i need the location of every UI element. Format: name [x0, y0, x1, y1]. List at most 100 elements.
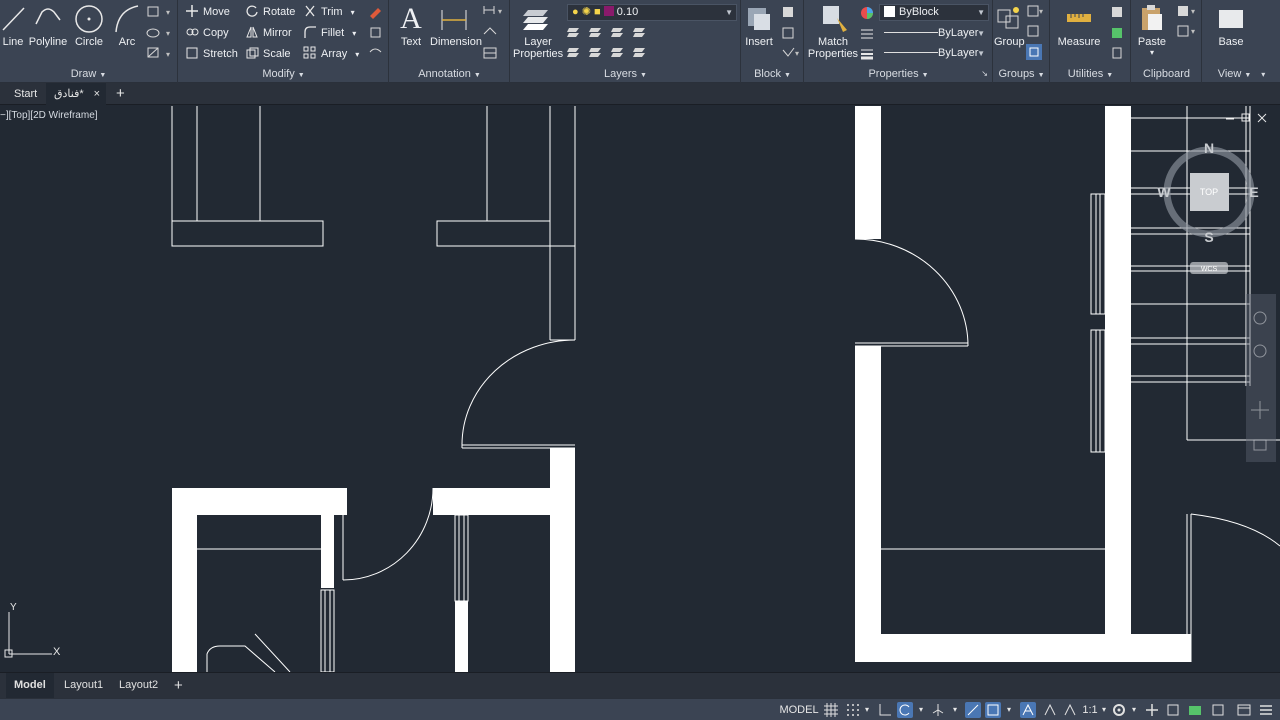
arc-button[interactable]: Arc: [110, 2, 144, 48]
clean-screen-icon[interactable]: [1236, 702, 1252, 718]
linetype-dropdown[interactable]: ByLayer ▼: [879, 25, 989, 42]
annotation-monitor-icon[interactable]: [1144, 702, 1160, 718]
ortho-icon[interactable]: [877, 702, 893, 718]
layer-tools-icons[interactable]: [567, 24, 667, 62]
properties-panel-title[interactable]: Properties ▼ ↘: [805, 67, 992, 81]
floor-plan-drawing[interactable]: Y X TOP N S W E WCS: [0, 106, 1280, 672]
circle-button[interactable]: Circle: [72, 2, 106, 48]
object-snap-tracking-icon[interactable]: [965, 702, 981, 718]
insert-button[interactable]: Insert: [742, 2, 776, 48]
array-button[interactable]: Array ▾: [303, 45, 359, 63]
clipboard-panel-title[interactable]: Clipboard: [1132, 67, 1201, 81]
isodraft-icon[interactable]: [930, 702, 946, 718]
units-icon[interactable]: [1165, 702, 1181, 718]
viewcube-north[interactable]: N: [1204, 140, 1214, 156]
ucs-icon: [4, 612, 52, 658]
layer-properties-button[interactable]: Layer Properties: [513, 2, 563, 60]
utilities-panel-title[interactable]: Utilities ▼: [1051, 67, 1130, 81]
new-tab-button[interactable]: +: [108, 83, 133, 105]
annotation-small-tools[interactable]: ▾: [482, 4, 506, 60]
copy-button[interactable]: Copy: [185, 24, 229, 42]
polar-tracking-icon[interactable]: [897, 702, 913, 718]
rotate-icon: [246, 5, 258, 17]
mirror-label: Mirror: [263, 27, 292, 39]
viewcube-top[interactable]: TOP: [1200, 187, 1218, 197]
polar-dropdown-icon[interactable]: ▾: [916, 701, 926, 719]
polyline-button[interactable]: Polyline: [28, 2, 68, 48]
wcs-label[interactable]: WCS: [1201, 266, 1218, 273]
close-tab-icon[interactable]: ×: [94, 83, 100, 105]
scale-dropdown-icon[interactable]: ▾: [1099, 701, 1109, 719]
quick-properties-icon[interactable]: [1187, 702, 1203, 718]
tab-layout2[interactable]: Layout2: [111, 673, 166, 698]
new-layout-button[interactable]: +: [166, 673, 191, 698]
osnap-dropdown-icon[interactable]: ▾: [1004, 701, 1014, 719]
move-label: Move: [203, 6, 230, 18]
match-properties-label-1: Match: [818, 36, 848, 48]
groups-small-tools[interactable]: ▾: [1026, 4, 1046, 62]
utilities-small-tools[interactable]: [1109, 4, 1129, 60]
paste-button[interactable]: Paste ▾: [1134, 2, 1170, 57]
measure-button[interactable]: Measure: [1055, 2, 1103, 48]
groups-panel-title[interactable]: Groups ▼: [994, 67, 1049, 81]
grid-icon[interactable]: [823, 702, 839, 718]
viewcube-east[interactable]: E: [1249, 184, 1258, 200]
tab-start[interactable]: Start: [6, 83, 45, 105]
annotation-scale-value[interactable]: 1:1: [1080, 701, 1100, 719]
snap-dropdown-icon[interactable]: ▾: [862, 701, 872, 719]
tab-layout1[interactable]: Layout1: [56, 673, 111, 698]
color-value: ByBlock: [899, 6, 939, 18]
scale-icon: [246, 47, 259, 59]
autoscale-icon[interactable]: [1042, 702, 1058, 718]
tab-drawing[interactable]: فنادق* ×: [46, 83, 106, 105]
view-panel: Base View ▼ ▾: [1203, 0, 1280, 83]
rotate-button[interactable]: Rotate: [245, 3, 295, 21]
mirror-button[interactable]: Mirror: [245, 24, 292, 42]
view-panel-title[interactable]: View ▼ ▾: [1203, 67, 1280, 81]
drawing-viewport[interactable]: Y X TOP N S W E WCS −][Top][2D Wireframe…: [0, 106, 1280, 672]
stretch-button[interactable]: Stretch: [185, 45, 238, 63]
text-button[interactable]: A Text: [394, 2, 428, 48]
object-snap-icon[interactable]: [985, 702, 1001, 718]
mirror-icon: [246, 26, 258, 38]
annotation-visibility-icon[interactable]: [1020, 702, 1036, 718]
line-button[interactable]: Line: [0, 2, 26, 48]
viewcube-west[interactable]: W: [1157, 184, 1171, 200]
block-small-tools[interactable]: ▾: [780, 4, 802, 60]
viewport-controls-label[interactable]: −][Top][2D Wireframe]: [0, 110, 98, 121]
move-button[interactable]: Move: [185, 3, 230, 21]
trim-icon: [305, 5, 315, 17]
draw-panel-title[interactable]: Draw ▼: [0, 67, 177, 81]
customization-menu-icon[interactable]: [1258, 702, 1274, 718]
layers-panel-title[interactable]: Layers ▼: [511, 67, 740, 81]
fillet-button[interactable]: Fillet ▾: [303, 24, 356, 42]
dimension-button[interactable]: Dimension: [430, 2, 482, 48]
rotate-label: Rotate: [263, 6, 296, 18]
scale-button[interactable]: Scale: [245, 45, 291, 63]
block-panel-title[interactable]: Block ▼: [742, 67, 803, 81]
color-dropdown[interactable]: ByBlock ▼: [879, 4, 989, 21]
lineweight-dropdown[interactable]: ByLayer ▼: [879, 45, 989, 62]
base-button[interactable]: Base: [1211, 2, 1251, 48]
workspace-gear-icon[interactable]: [1111, 702, 1127, 718]
match-properties-button[interactable]: Match Properties: [807, 2, 859, 60]
tab-model[interactable]: Model: [6, 673, 54, 698]
draw-small-tools[interactable]: ▾ ▾ ▾: [146, 4, 176, 60]
trim-button[interactable]: Trim ▾: [303, 3, 355, 21]
workspace-dropdown-icon[interactable]: ▾: [1129, 701, 1139, 719]
isolate-objects-icon[interactable]: [1210, 702, 1226, 718]
annotation-scale-icon[interactable]: [1062, 702, 1078, 718]
model-space-toggle[interactable]: MODEL: [778, 701, 820, 719]
modify-extra-tools[interactable]: [367, 4, 385, 60]
modify-panel-title[interactable]: Modify ▼: [179, 67, 388, 81]
layer-dropdown[interactable]: ● ✺ ■ 0.10 ▼: [567, 4, 737, 21]
clipboard-small-tools[interactable]: ▾ ▾: [1176, 4, 1200, 44]
navigation-bar[interactable]: [1246, 294, 1276, 462]
group-button[interactable]: Group: [994, 2, 1025, 48]
isodraft-dropdown-icon[interactable]: ▾: [950, 701, 960, 719]
annotation-panel-title[interactable]: Annotation ▼: [390, 67, 509, 81]
snap-icon[interactable]: [845, 702, 861, 718]
stretch-icon: [186, 47, 198, 59]
viewcube-south[interactable]: S: [1204, 229, 1213, 245]
viewcube[interactable]: TOP N S W E WCS: [1157, 140, 1259, 274]
